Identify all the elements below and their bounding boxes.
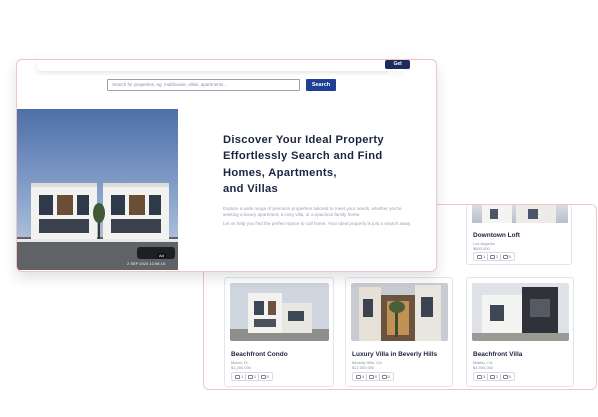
hero-card: Get Started Search for properties, eg. m… <box>16 59 437 272</box>
screenshot-stage: Listings Get Started Downtown Loft Los A… <box>0 0 598 417</box>
size-stat: 0 <box>502 254 511 259</box>
bath-icon <box>489 254 495 259</box>
listing-card[interactable]: Beachfront Condo Miami, FL $1,200,000 1 … <box>224 277 334 387</box>
hero-paragraph: Explore a wide range of premium properti… <box>223 206 402 218</box>
bed-icon <box>477 374 482 379</box>
listing-card[interactable]: Beachfront Villa Malibu, CA $4,500,000 3… <box>466 277 574 387</box>
area-icon <box>260 374 266 379</box>
divider <box>258 373 259 380</box>
listing-amenities: 3 1 0 <box>473 372 515 381</box>
area-icon <box>502 374 508 379</box>
listing-price: $800,000 <box>473 246 490 251</box>
listing-amenities: 1 1 0 <box>473 252 515 261</box>
listing-name: Beachfront Condo <box>231 351 288 358</box>
baths-stat: 0 <box>368 374 377 379</box>
size-stat: 0 <box>381 374 390 379</box>
image-badge: Ad <box>157 253 166 258</box>
bed-icon <box>356 374 361 379</box>
baths-stat: 1 <box>489 374 498 379</box>
divider <box>487 253 488 260</box>
bed-icon <box>477 254 482 259</box>
listing-card[interactable]: Luxury Villa in Beverly Hills Beverly Hi… <box>345 277 453 387</box>
divider <box>366 373 367 380</box>
listing-photo <box>472 205 568 223</box>
hero-title-line: Homes, Apartments, <box>223 166 337 179</box>
area-icon <box>381 374 387 379</box>
bed-icon <box>235 374 240 379</box>
area-icon <box>502 254 508 259</box>
divider <box>500 373 501 380</box>
image-caption: 2 SEP 2024 12:58:18 <box>127 261 165 266</box>
size-stat: 0 <box>260 374 269 379</box>
size-stat: 0 <box>502 374 511 379</box>
listing-name: Beachfront Villa <box>473 351 523 358</box>
listing-amenities: 1 1 0 <box>231 372 273 381</box>
listing-name: Downtown Loft <box>473 232 520 239</box>
beds-stat: 4 <box>356 374 364 379</box>
hero-title: Discover Your Ideal Property Effortlessl… <box>223 132 423 197</box>
search-input[interactable]: Search for properties, eg. multihouse, v… <box>107 79 300 91</box>
listing-photo <box>230 283 329 341</box>
beds-stat: 1 <box>235 374 243 379</box>
baths-stat: 1 <box>489 254 498 259</box>
divider <box>500 253 501 260</box>
beds-stat: 3 <box>477 374 485 379</box>
listing-amenities: 4 0 0 <box>352 372 394 381</box>
navbar: Get Started <box>37 60 411 76</box>
get-started-button[interactable]: Get Started <box>385 60 411 76</box>
search-button[interactable]: Search <box>306 79 336 91</box>
hero-image: 2 SEP 2024 12:58:18 Ad <box>17 109 178 270</box>
hero-title-line: Effortlessly Search and Find <box>223 150 383 163</box>
listing-photo <box>472 283 569 341</box>
beds-stat: 1 <box>477 254 485 259</box>
divider <box>245 373 246 380</box>
listing-price: $4,500,000 <box>473 365 494 370</box>
baths-stat: 1 <box>247 374 256 379</box>
hero-title-line: and Villas <box>223 182 279 195</box>
listing-card[interactable]: Downtown Loft Los Angeles $800,000 1 1 0 <box>466 205 572 265</box>
hero-paragraph: Let us help you find the perfect space t… <box>223 221 412 227</box>
hero-title-line: Discover Your Ideal Property <box>223 134 384 146</box>
divider <box>379 373 380 380</box>
listing-price: $12,000,000 <box>352 365 375 370</box>
listing-photo <box>351 283 448 341</box>
listing-price: $1,200,000 <box>231 365 252 370</box>
divider <box>487 373 488 380</box>
bath-icon <box>368 374 374 379</box>
hero-description: Explore a wide range of premium properti… <box>223 206 417 231</box>
listing-name: Luxury Villa in Beverly Hills <box>352 351 438 358</box>
bath-icon <box>489 374 495 379</box>
bath-icon <box>247 374 253 379</box>
